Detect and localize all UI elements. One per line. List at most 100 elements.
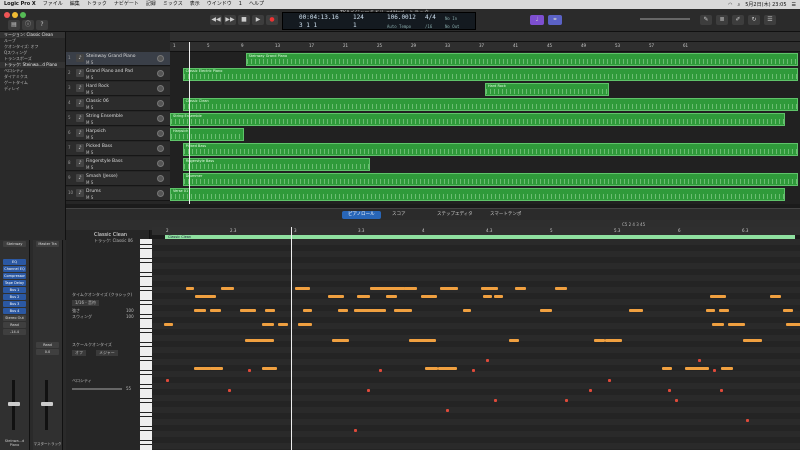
midi-note[interactable] <box>782 309 794 312</box>
midi-note[interactable] <box>508 339 520 342</box>
track-name[interactable]: Harpsich <box>86 129 106 134</box>
list-editors-button[interactable]: ≣ <box>716 15 728 25</box>
midi-note[interactable] <box>404 287 414 290</box>
volume-knob[interactable] <box>157 70 164 77</box>
midi-note[interactable] <box>745 419 749 422</box>
strip-name-box[interactable]: Master Tra <box>36 241 59 247</box>
mute-solo-buttons[interactable]: M S <box>86 60 93 65</box>
midi-note[interactable] <box>354 429 358 432</box>
mute-solo-buttons[interactable]: M S <box>86 180 93 185</box>
track-name[interactable]: Steinway Grand Piano <box>86 54 136 59</box>
volume-fader[interactable] <box>8 402 20 406</box>
send-slot[interactable]: Bus 1 <box>3 287 26 293</box>
record-button[interactable]: ● <box>266 15 278 25</box>
midi-note[interactable] <box>769 295 782 298</box>
midi-note[interactable] <box>728 323 742 326</box>
midi-note[interactable] <box>261 323 275 326</box>
midi-note[interactable] <box>193 367 212 370</box>
volume-knob[interactable] <box>157 160 164 167</box>
mute-solo-buttons[interactable]: M S <box>86 135 93 140</box>
midi-note[interactable] <box>667 389 671 392</box>
menu-view[interactable]: 表示 <box>190 0 200 9</box>
midi-note[interactable] <box>540 309 552 312</box>
menu-edit[interactable]: 編集 <box>70 0 80 9</box>
track-name[interactable]: Grand Piano and Pad <box>86 69 133 74</box>
midi-note[interactable] <box>164 323 174 326</box>
strip-name-box[interactable]: Steinway <box>3 241 26 247</box>
volume-knob[interactable] <box>157 130 164 137</box>
master-volume-slider[interactable] <box>640 18 690 20</box>
browser-button[interactable]: ☰ <box>764 15 776 25</box>
midi-note[interactable] <box>356 295 370 298</box>
note-pad-button[interactable]: ✐ <box>732 15 744 25</box>
midi-note[interactable] <box>372 309 386 312</box>
track-row[interactable]: 8 ♪ Fingerstyle Bass M S <box>66 157 170 171</box>
mute-solo-buttons[interactable]: M S <box>86 165 93 170</box>
velocity-value[interactable]: 55 <box>126 386 131 391</box>
volume-knob[interactable] <box>157 55 164 62</box>
arrange-region[interactable]: Fingerstyle Bass <box>182 158 370 171</box>
strength-value[interactable]: 100 <box>126 308 134 313</box>
midi-note[interactable] <box>692 367 709 370</box>
volume-knob[interactable] <box>157 85 164 92</box>
midi-note[interactable] <box>354 309 370 312</box>
midi-note[interactable] <box>698 359 702 362</box>
zoom-window-button[interactable] <box>20 12 26 18</box>
midi-note[interactable] <box>555 287 568 290</box>
volume-knob[interactable] <box>157 100 164 107</box>
menu-navigate[interactable]: ナビゲート <box>114 0 139 9</box>
wifi-icon[interactable]: ◠ <box>728 2 732 8</box>
track-name[interactable]: Classic 06 <box>86 99 109 104</box>
library-button[interactable]: ▤ <box>8 20 20 30</box>
menu-mix[interactable]: ミックス <box>163 0 183 9</box>
help-button[interactable]: ? <box>36 20 48 30</box>
track-row[interactable]: 4 ♪ Classic 06 M S <box>66 97 170 111</box>
tab-piano-roll[interactable]: ピアノロール <box>342 211 381 219</box>
midi-note[interactable] <box>411 339 421 342</box>
midi-note[interactable] <box>220 287 234 290</box>
track-row[interactable]: 9 ♪ Smash (Jesse) M S <box>66 172 170 186</box>
search-icon[interactable]: ⌕ <box>737 2 740 8</box>
midi-note[interactable] <box>439 287 458 290</box>
track-row[interactable]: 1 ♪ Steinway Grand Piano M S <box>66 52 170 66</box>
tuner-button[interactable]: ⚭ <box>548 15 562 25</box>
midi-note[interactable] <box>565 399 569 402</box>
midi-note[interactable] <box>379 369 383 372</box>
midi-note[interactable] <box>303 309 312 312</box>
midi-note[interactable] <box>743 339 761 342</box>
midi-note[interactable] <box>297 323 313 326</box>
track-row[interactable]: 2 ♪ Grand Piano and Pad M S <box>66 67 170 81</box>
midi-note[interactable] <box>718 309 730 312</box>
lcd-display[interactable]: 00:04:13.16 3 1 1 124 1 106.0012 Auto Te… <box>282 12 476 30</box>
midi-note[interactable] <box>420 295 437 298</box>
track-row[interactable]: 7 ♪ Picked Bass M S <box>66 142 170 156</box>
midi-note[interactable] <box>210 309 221 312</box>
track-row[interactable]: 10 ♪ Drums M S <box>66 187 170 201</box>
midi-note[interactable] <box>446 409 450 412</box>
menu-record[interactable]: 記録 <box>146 0 156 9</box>
midi-note[interactable] <box>294 287 310 290</box>
midi-note[interactable] <box>712 369 716 372</box>
midi-note[interactable] <box>594 339 605 342</box>
tab-score[interactable]: スコア <box>386 211 412 219</box>
plugin-slot[interactable]: Tape Delay <box>3 280 26 286</box>
arrange-area[interactable]: Steinway Grand Piano Classic Electric Pia… <box>170 52 800 204</box>
piano-roll-playhead[interactable] <box>291 227 292 450</box>
mute-solo-buttons[interactable]: M S <box>86 105 93 110</box>
volume-knob[interactable] <box>157 190 164 197</box>
tab-smart-tempo[interactable]: スマートテンポ <box>484 211 527 219</box>
bar-ruler[interactable]: 1 5 9 13 17 21 25 29 33 37 41 45 49 53 57 61 <box>170 42 800 52</box>
send-slot[interactable]: Bus 3 <box>3 301 26 307</box>
midi-note[interactable] <box>264 309 276 312</box>
menu-clock[interactable]: 5月2日(木) 23:05 <box>745 1 786 8</box>
midi-note[interactable] <box>328 295 344 298</box>
velocity-slider[interactable] <box>72 388 122 390</box>
midi-note[interactable] <box>494 295 503 298</box>
midi-note[interactable] <box>720 389 724 392</box>
stop-button[interactable]: ■ <box>238 15 250 25</box>
track-row[interactable]: 6 ♪ Harpsich M S <box>66 127 170 141</box>
midi-note[interactable] <box>209 367 224 370</box>
menu-window[interactable]: ウインドウ <box>207 0 232 9</box>
track-name[interactable]: Smash (Jesse) <box>86 174 118 179</box>
track-name[interactable]: Hard Rock <box>86 84 109 89</box>
